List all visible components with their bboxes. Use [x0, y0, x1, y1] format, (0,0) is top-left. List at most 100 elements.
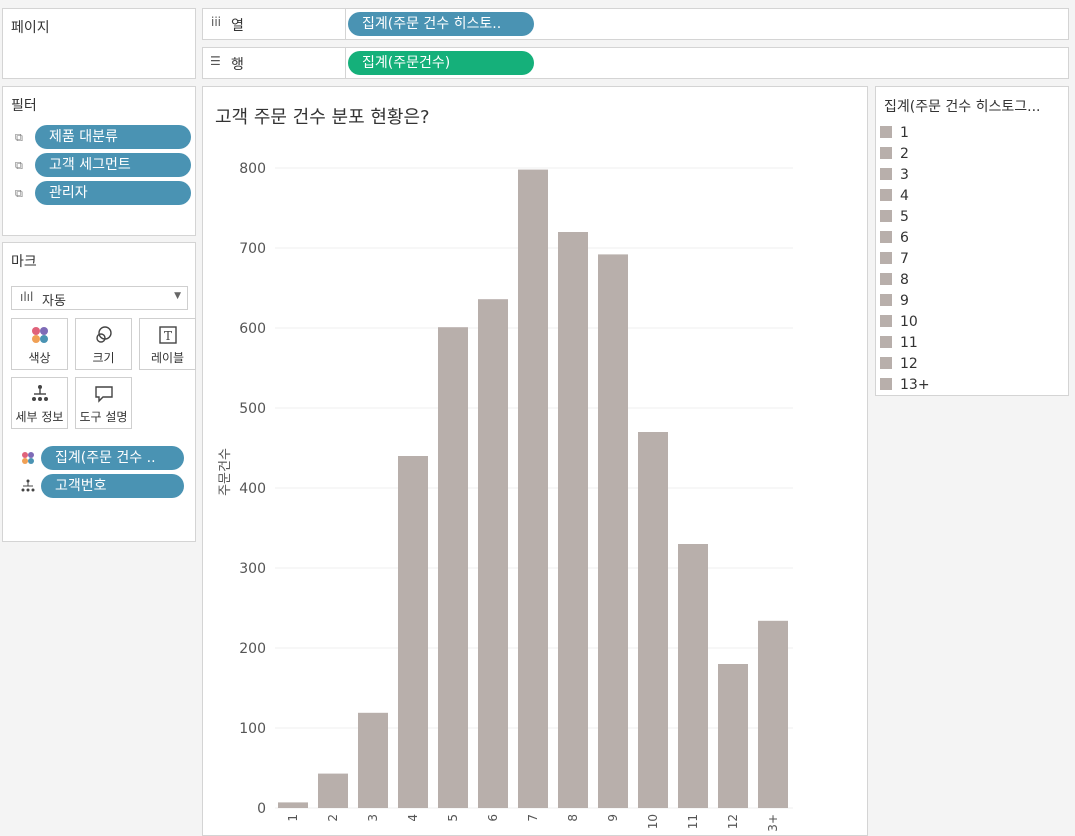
- x-tick-label: 1: [286, 814, 300, 822]
- columns-label: 열: [231, 18, 244, 34]
- y-tick-label: 300: [239, 561, 266, 577]
- legend-swatch: [880, 357, 892, 369]
- y-tick-label: 100: [239, 721, 266, 737]
- legend-label: 13+: [900, 377, 930, 393]
- x-tick-label: 6: [486, 814, 500, 822]
- mark-type-value: 자동: [42, 294, 66, 309]
- legend-label: 7: [900, 251, 909, 267]
- legend-label: 9: [900, 293, 909, 309]
- bar[interactable]: [438, 327, 468, 808]
- legend-item[interactable]: 11: [880, 333, 918, 353]
- text-label-icon: T: [158, 326, 177, 344]
- rows-icon: ☰: [210, 54, 221, 68]
- legend-label: 1: [900, 125, 909, 141]
- size-icon: [95, 326, 112, 343]
- legend-swatch: [880, 294, 892, 306]
- legend-swatch: [880, 210, 892, 222]
- detail-button[interactable]: 세부 정보: [11, 377, 68, 429]
- y-tick-label: 600: [239, 321, 266, 337]
- label-button-label: 레이블: [150, 351, 185, 365]
- legend-item[interactable]: 13+: [880, 375, 930, 395]
- color-dots-icon: [22, 452, 34, 464]
- legend-swatch: [880, 315, 892, 327]
- bar[interactable]: [598, 254, 628, 808]
- size-button[interactable]: 크기: [75, 318, 132, 370]
- bar[interactable]: [638, 432, 668, 808]
- x-tick-label: 11: [686, 814, 700, 829]
- tooltip-button-label: 도구 설명: [79, 410, 128, 424]
- legend-item[interactable]: 8: [880, 270, 909, 290]
- bar-chart: 0100200300400500600700800주문건수1 2 3 4 5 6 7 8 9 10…: [218, 161, 793, 831]
- x-tick-label: 8: [566, 814, 580, 822]
- rows-shelf[interactable]: ☰ 행 집계(주문건수): [202, 47, 1069, 79]
- legend-swatch: [880, 252, 892, 264]
- legend-panel: 집계(주문 건수 히스토그... 1 2 3 4 5 6 7 8 9 10 11 12 13+: [875, 86, 1069, 396]
- legend-swatch: [880, 126, 892, 138]
- detail-icon: [21, 479, 35, 492]
- x-tick-label: 3: [366, 814, 380, 822]
- legend-label: 3: [900, 167, 909, 183]
- filter-pill[interactable]: 관리자: [35, 181, 191, 205]
- legend-item[interactable]: 12: [880, 354, 918, 374]
- columns-pill[interactable]: 집계(주문 건수 히스토..: [348, 12, 534, 36]
- marks-field-pill[interactable]: 집계(주문 건수 ..: [41, 446, 184, 470]
- x-tick-label: 9: [606, 814, 620, 822]
- bar[interactable]: [318, 773, 348, 808]
- legend-item[interactable]: 6: [880, 228, 909, 248]
- color-button[interactable]: 색상: [11, 318, 68, 370]
- marks-title: 마크: [11, 254, 37, 270]
- marks-field-pill[interactable]: 고객번호: [41, 474, 184, 498]
- filters-panel: 필터 ⧉ 제품 대분류 ⧉ 고객 세그먼트 ⧉ 관리자: [2, 86, 196, 236]
- filter-icon: ⧉: [15, 159, 23, 172]
- shelf-divider: [345, 48, 346, 78]
- legend-item[interactable]: 2: [880, 144, 909, 164]
- x-tick-label: 4: [406, 814, 420, 822]
- bar[interactable]: [718, 664, 748, 808]
- columns-shelf[interactable]: iii 열 집계(주문 건수 히스토..: [202, 8, 1069, 40]
- label-button[interactable]: T 레이블: [139, 318, 196, 370]
- legend-item[interactable]: 5: [880, 207, 909, 227]
- pages-panel: 페이지: [2, 8, 196, 79]
- filter-icon: ⧉: [15, 187, 23, 200]
- y-tick-label: 200: [239, 641, 266, 657]
- tooltip-icon: [94, 386, 113, 403]
- bar[interactable]: [398, 456, 428, 808]
- legend-item[interactable]: 10: [880, 312, 918, 332]
- bar[interactable]: [558, 232, 588, 808]
- y-tick-label: 700: [239, 241, 266, 257]
- rows-pill[interactable]: 집계(주문건수): [348, 51, 534, 75]
- legend-swatch: [880, 336, 892, 348]
- mark-type-select[interactable]: ılıl 자동 ▼: [11, 286, 188, 310]
- x-tick-label: 10: [646, 814, 660, 829]
- columns-icon: iii: [211, 15, 222, 29]
- x-tick-label: 5: [446, 814, 460, 822]
- bar[interactable]: [358, 712, 388, 808]
- legend-item[interactable]: 4: [880, 186, 909, 206]
- legend-label: 6: [900, 230, 909, 246]
- bar[interactable]: [758, 620, 788, 808]
- legend-item[interactable]: 1: [880, 123, 909, 143]
- pages-title: 페이지: [11, 20, 50, 36]
- detail-icon: [31, 385, 48, 401]
- filter-pill[interactable]: 제품 대분류: [35, 125, 191, 149]
- legend-label: 4: [900, 188, 909, 204]
- legend-label: 10: [900, 314, 918, 330]
- bar[interactable]: [478, 299, 508, 808]
- bar[interactable]: [278, 802, 308, 808]
- legend-label: 8: [900, 272, 909, 288]
- chart-panel: 고객 주문 건수 분포 현황은? 0 100 200 300 400 500 600 700 8…: [202, 86, 868, 836]
- svg-text:T: T: [163, 329, 171, 343]
- x-tick-label: 2: [326, 814, 340, 822]
- filter-pill[interactable]: 고객 세그먼트: [35, 153, 191, 177]
- tooltip-button[interactable]: 도구 설명: [75, 377, 132, 429]
- y-axis-label: 주문건수: [218, 448, 233, 496]
- legend-item[interactable]: 7: [880, 249, 909, 269]
- bar[interactable]: [678, 544, 708, 808]
- legend-swatch: [880, 378, 892, 390]
- legend-item[interactable]: 3: [880, 165, 909, 185]
- filter-icon: ⧉: [15, 131, 23, 144]
- legend-label: 11: [900, 335, 918, 351]
- bar[interactable]: [518, 169, 548, 809]
- legend-item[interactable]: 9: [880, 291, 909, 311]
- x-tick-label: 12: [726, 814, 740, 829]
